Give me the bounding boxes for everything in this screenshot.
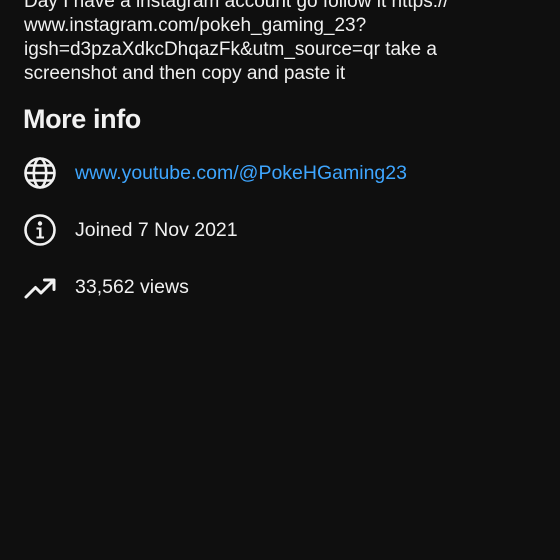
description-line: screenshot and then copy and paste it	[24, 63, 346, 84]
views-row: 33,562 views	[22, 269, 189, 305]
joined-date: Joined 7 Nov 2021	[75, 218, 238, 241]
globe-icon	[22, 155, 58, 191]
description-line: www.instagram.com/pokeh_gaming_23?	[24, 15, 367, 36]
info-icon	[22, 212, 58, 248]
view-count: 33,562 views	[75, 275, 189, 298]
joined-date-row: Joined 7 Nov 2021	[22, 212, 238, 248]
description-line: Day I have a instagram account go follow…	[24, 0, 449, 12]
website-link[interactable]: www.youtube.com/@PokeHGaming23	[75, 162, 407, 185]
trending-up-icon	[22, 269, 58, 305]
more-info-heading: More info	[23, 104, 141, 134]
channel-description: Day I have a instagram account go follow…	[24, 0, 544, 86]
website-link-row[interactable]: www.youtube.com/@PokeHGaming23	[22, 155, 407, 191]
description-line: igsh=d3pzaXdkcDhqazFk&utm_source=qr take…	[24, 39, 437, 60]
